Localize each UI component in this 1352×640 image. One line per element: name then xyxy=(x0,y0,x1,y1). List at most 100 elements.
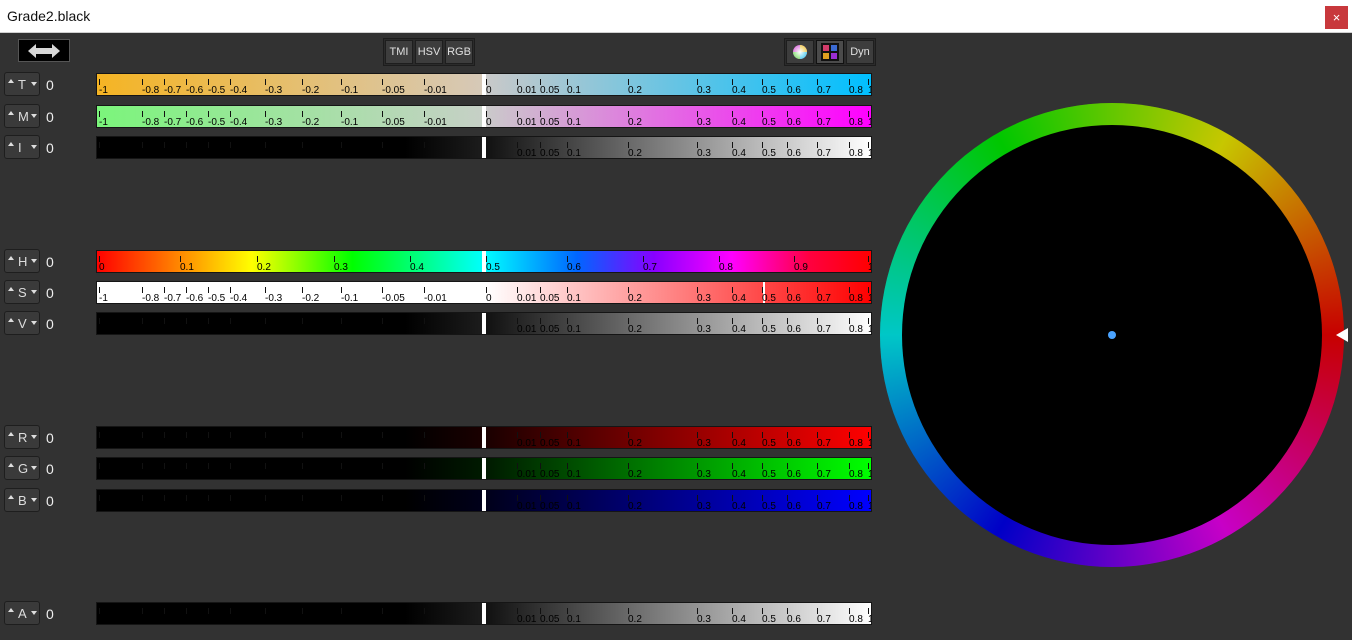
scale-label: 0.5 xyxy=(762,148,776,159)
scale-label: -0.8 xyxy=(142,117,160,128)
scale-label: 0.3 xyxy=(697,438,711,449)
channel-button-i[interactable]: I xyxy=(4,135,40,159)
scale-label: -0.4 xyxy=(230,117,248,128)
mode-rgb-button[interactable]: RGB xyxy=(445,40,473,64)
scale-label: 0.1 xyxy=(567,501,581,512)
scale-tick xyxy=(186,495,187,501)
scale-label: 0.01 xyxy=(517,117,537,128)
color-wheel-button[interactable] xyxy=(786,40,814,64)
scale-label: 0.6 xyxy=(567,262,581,273)
channel-button-r[interactable]: R xyxy=(4,425,40,449)
channel-slider-h[interactable]: 0 0.1 0.2 0.3 0.4 0.5 0.6 0.7 0.8 0.9 1 xyxy=(96,250,872,273)
scale-label: 0.5 xyxy=(762,438,776,449)
channel-value[interactable]: 0 xyxy=(46,316,54,332)
channel-row-t: T 0 -1 -0.8 -0.7 -0.6 -0.5 -0.4 -0.3 -0.2 -0.1 -0.0… xyxy=(0,72,880,98)
channel-slider-s[interactable]: -1 -0.8 -0.7 -0.6 -0.5 -0.4 -0.3 -0.2 -0.1 -0.05 -… xyxy=(96,281,872,304)
channel-slider-g[interactable]: 0.010.05 0.1 0.2 0.3 0.4 0.5 0.6 0.7 0.8 1 xyxy=(96,457,872,480)
mode-tmi-button[interactable]: TMI xyxy=(385,40,413,64)
channel-button-t[interactable]: T xyxy=(4,72,40,96)
channel-button-s[interactable]: S xyxy=(4,280,40,304)
scale-label: 0.7 xyxy=(643,262,657,273)
scale-label: 0.05 xyxy=(540,117,560,128)
channel-value[interactable]: 0 xyxy=(46,109,54,125)
scale-label: -0.6 xyxy=(186,117,204,128)
channel-slider-b[interactable]: 0.010.05 0.1 0.2 0.3 0.4 0.5 0.6 0.7 0.8 1 xyxy=(96,489,872,512)
hue-marker-icon[interactable] xyxy=(1335,328,1349,342)
scale: -1 -0.8 -0.7 -0.6 -0.5 -0.4 -0.3 -0.2 -0.1 -0.05 -… xyxy=(97,74,871,95)
scale-label: 0.6 xyxy=(787,293,801,304)
scale-label: -0.7 xyxy=(164,85,182,96)
close-button[interactable]: × xyxy=(1325,6,1348,29)
caret-up-icon xyxy=(8,287,14,291)
channel-slider-v[interactable]: 0.010.05 0.1 0.2 0.3 0.4 0.5 0.6 0.7 0.8 1 xyxy=(96,312,872,335)
channel-button-g[interactable]: G xyxy=(4,456,40,480)
scale-tick xyxy=(382,318,383,324)
mode-hsv-button[interactable]: HSV xyxy=(415,40,443,64)
channel-value[interactable]: 0 xyxy=(46,140,54,156)
scale-label: 0.05 xyxy=(540,469,560,480)
scale-tick xyxy=(341,495,342,501)
scale-label: 0.1 xyxy=(567,148,581,159)
dyn-button[interactable]: Dyn xyxy=(846,40,874,64)
channel-value[interactable]: 0 xyxy=(46,77,54,93)
channel-value[interactable]: 0 xyxy=(46,254,54,270)
channel-slider-a[interactable]: 0.010.05 0.1 0.2 0.3 0.4 0.5 0.6 0.7 0.8 1 xyxy=(96,602,872,625)
channel-button-m[interactable]: M xyxy=(4,104,40,128)
scale-label: 0.5 xyxy=(762,293,776,304)
scale: -1 -0.8 -0.7 -0.6 -0.5 -0.4 -0.3 -0.2 -0.1 -0.05 -… xyxy=(97,106,871,127)
scale-label: 0.01 xyxy=(517,501,537,512)
scale-label: 0.3 xyxy=(697,614,711,625)
channel-slider-m[interactable]: -1 -0.8 -0.7 -0.6 -0.5 -0.4 -0.3 -0.2 -0.1 -0.05 -… xyxy=(96,105,872,128)
scale-label: 0.05 xyxy=(540,148,560,159)
scale-label: 0.3 xyxy=(334,262,348,273)
channel-button-a[interactable]: A xyxy=(4,601,40,625)
wheel-picker-dot[interactable] xyxy=(1108,331,1116,339)
scale: 0.010.05 0.1 0.2 0.3 0.4 0.5 0.6 0.7 0.8 1 xyxy=(97,427,871,448)
scale-tick xyxy=(230,318,231,324)
scale-tick xyxy=(424,142,425,148)
scale-tick xyxy=(186,608,187,614)
scale-label: 0.7 xyxy=(817,85,831,96)
channel-value[interactable]: 0 xyxy=(46,285,54,301)
scale-label: -0.05 xyxy=(382,117,405,128)
scale-label: 0.05 xyxy=(540,293,560,304)
scale-label: 0.8 xyxy=(849,438,863,449)
scale-tick xyxy=(208,463,209,469)
scale: 0.010.05 0.1 0.2 0.3 0.4 0.5 0.6 0.7 0.8 1 xyxy=(97,490,871,511)
scale-label: 1 xyxy=(868,614,871,624)
channel-button-b[interactable]: B xyxy=(4,488,40,512)
scale-label: -0.7 xyxy=(164,117,182,128)
scale-label: 0.05 xyxy=(540,614,560,625)
channel-button-h[interactable]: H xyxy=(4,249,40,273)
scale-label: 1 xyxy=(868,469,871,479)
scale-label: 0.7 xyxy=(817,438,831,449)
channel-slider-i[interactable]: 0.010.05 0.1 0.2 0.3 0.4 0.5 0.6 0.7 0.8 1 xyxy=(96,136,872,159)
scale-label: 0.1 xyxy=(567,438,581,449)
dyn-label: Dyn xyxy=(850,46,870,58)
scale-tick xyxy=(382,463,383,469)
channel-value[interactable]: 0 xyxy=(46,461,54,477)
color-swatches-button[interactable] xyxy=(816,40,844,64)
scale: -1 -0.8 -0.7 -0.6 -0.5 -0.4 -0.3 -0.2 -0.1 -0.05 -… xyxy=(97,282,871,303)
scale-label: 1 xyxy=(868,262,871,272)
channel-value[interactable]: 0 xyxy=(46,606,54,622)
scale-label: -0.5 xyxy=(208,117,226,128)
scale-label: 0.7 xyxy=(817,324,831,335)
channel-value[interactable]: 0 xyxy=(46,430,54,446)
scale-label: 1 xyxy=(868,148,871,158)
channel-label: B xyxy=(18,493,27,508)
scale: 0.010.05 0.1 0.2 0.3 0.4 0.5 0.6 0.7 0.8 1 xyxy=(97,603,871,624)
channel-slider-t[interactable]: -1 -0.8 -0.7 -0.6 -0.5 -0.4 -0.3 -0.2 -0.1 -0.05 -… xyxy=(96,73,872,96)
scale-tick xyxy=(424,318,425,324)
channel-row-h: H 0 0 0.1 0.2 0.3 0.4 0.5 0.6 0.7 0.8 0.9 1 xyxy=(0,249,880,275)
channel-button-v[interactable]: V xyxy=(4,311,40,335)
swap-range-button[interactable] xyxy=(18,39,70,62)
color-wheel[interactable] xyxy=(880,103,1344,567)
scale-label: -0.3 xyxy=(265,293,283,304)
caret-down-icon xyxy=(31,435,37,439)
channel-slider-r[interactable]: 0.010.05 0.1 0.2 0.3 0.4 0.5 0.6 0.7 0.8 1 xyxy=(96,426,872,449)
scale-tick xyxy=(142,432,143,438)
scale-label: 0.1 xyxy=(567,469,581,480)
scale-tick xyxy=(208,432,209,438)
channel-value[interactable]: 0 xyxy=(46,493,54,509)
